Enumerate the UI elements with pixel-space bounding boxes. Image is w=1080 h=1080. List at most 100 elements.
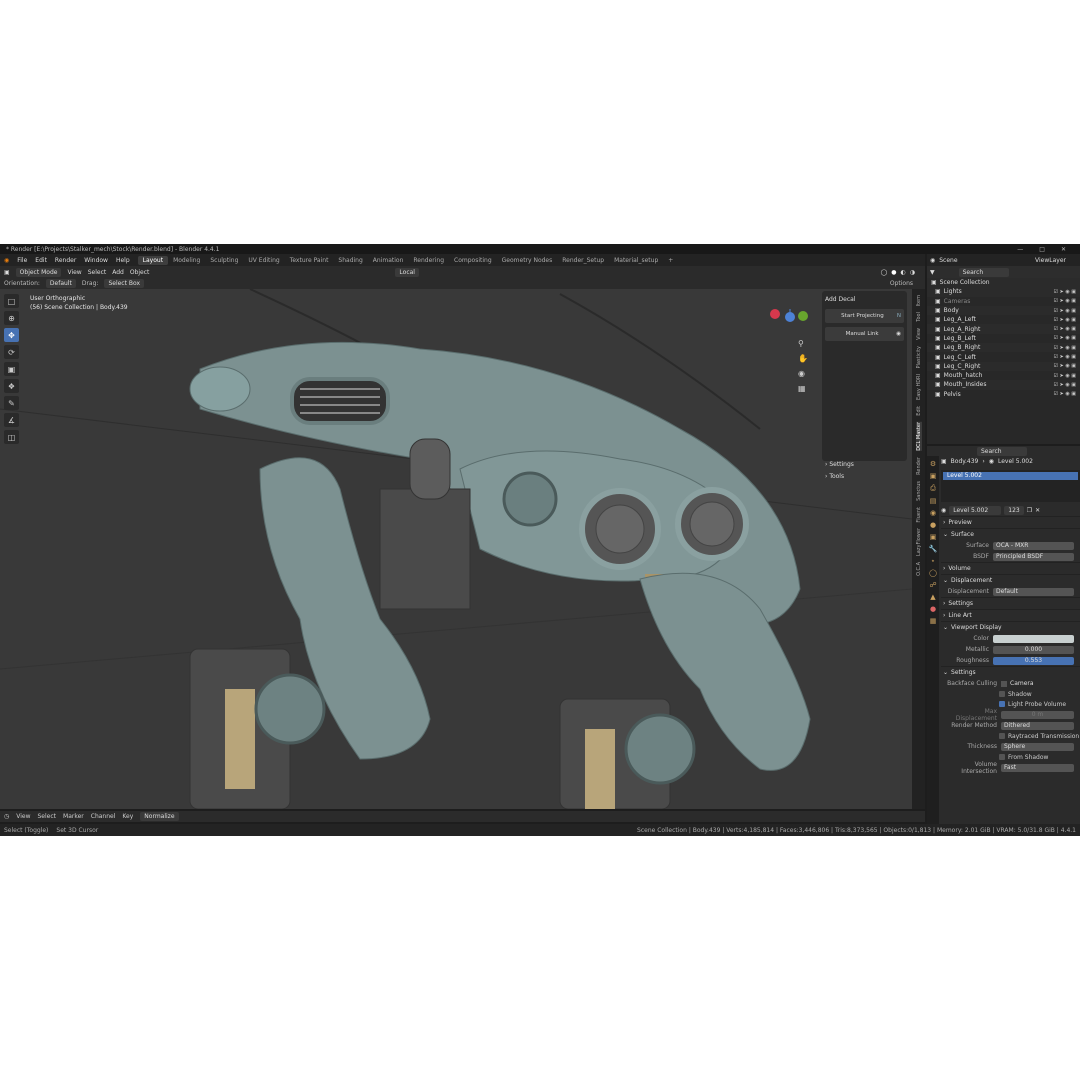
physics-tab-icon[interactable]: ◯ <box>929 569 937 577</box>
visibility-flags[interactable]: ☑ ➤ ◉ ▣ <box>1053 391 1080 397</box>
transform-icon[interactable]: ❖ <box>4 379 19 393</box>
material-name-field[interactable]: Level 5.002 <box>949 506 1002 515</box>
material-tab-icon[interactable]: ● <box>930 605 936 613</box>
visibility-flags[interactable]: ☑ ➤ ◉ ▣ <box>1053 345 1080 351</box>
tab-plasticity[interactable]: Plasticity <box>916 346 922 368</box>
transform-orientation[interactable]: Local <box>395 267 419 277</box>
timeline-editor-icon[interactable]: ◷ <box>4 813 9 820</box>
tab-compositing[interactable]: Compositing <box>449 256 497 265</box>
visibility-flags[interactable]: ☑ ➤ ◉ ▣ <box>1053 382 1080 388</box>
material-icon[interactable]: ◐ <box>901 269 906 276</box>
roughness-slider[interactable]: 0.553 <box>993 656 1074 665</box>
add-workspace-icon[interactable]: + <box>663 256 678 265</box>
tab-modeling[interactable]: Modeling <box>168 256 205 265</box>
tab-sanctus[interactable]: Sanctus <box>916 481 922 501</box>
move-icon[interactable]: ✥ <box>4 328 19 342</box>
tab-tool[interactable]: Tool <box>916 312 922 322</box>
list-item[interactable]: ▣ Leg_C_Left ☑ ➤ ◉ ▣ <box>927 352 1080 361</box>
displacement-field[interactable]: Default <box>993 587 1074 596</box>
annotate-icon[interactable]: ✎ <box>4 396 19 410</box>
world-tab-icon[interactable]: ● <box>930 521 936 529</box>
render-tab-icon[interactable]: ▣ <box>930 472 937 480</box>
menu-file[interactable]: File <box>17 257 27 264</box>
visibility-flags[interactable]: ☑ ➤ ◉ ▣ <box>1053 298 1080 304</box>
output-tab-icon[interactable]: ⎙ <box>930 484 936 493</box>
bsdf-field[interactable]: Principled BSDF <box>993 552 1074 561</box>
menu-help[interactable]: Help <box>116 257 130 264</box>
timeline-key[interactable]: Key <box>122 813 133 820</box>
camera-view-icon[interactable]: ◉ <box>798 369 808 378</box>
solid-icon[interactable]: ● <box>891 269 896 276</box>
select-box-icon[interactable]: □ <box>4 294 19 308</box>
visibility-flags[interactable]: ☑ ➤ ◉ ▣ <box>1053 317 1080 323</box>
unlink-material-icon[interactable]: ✕ <box>1035 507 1040 514</box>
volume-section[interactable]: › Volume <box>941 562 1080 574</box>
timeline-view[interactable]: View <box>16 813 30 820</box>
material-slot-active[interactable]: Level 5.002 <box>943 472 1078 480</box>
select-menu[interactable]: Select <box>88 269 107 276</box>
tool-tab-icon[interactable]: ⚙ <box>930 460 936 468</box>
properties-search[interactable]: Search <box>977 446 1027 456</box>
volint-dropdown[interactable]: Fast <box>1001 763 1074 772</box>
tab-texture-paint[interactable]: Texture Paint <box>285 256 334 265</box>
viewport-display-section[interactable]: ⌄ Viewport Display <box>941 621 1080 633</box>
material-browse-icon[interactable]: ◉ <box>941 507 946 514</box>
timeline-select[interactable]: Select <box>38 813 57 820</box>
tab-view[interactable]: View <box>916 328 922 340</box>
tab-sculpting[interactable]: Sculpting <box>205 256 243 265</box>
normalize-toggle[interactable]: Normalize <box>140 812 179 821</box>
tab-edit[interactable]: Edit <box>916 406 922 416</box>
view-layer-tab-icon[interactable]: ▤ <box>930 497 937 505</box>
tab-geometry-nodes[interactable]: Geometry Nodes <box>497 256 558 265</box>
menu-window[interactable]: Window <box>84 257 108 264</box>
outliner-search[interactable]: Search <box>958 267 1009 277</box>
color-swatch[interactable] <box>993 634 1074 643</box>
wireframe-icon[interactable]: ◯ <box>881 269 888 276</box>
tab-rendering[interactable]: Rendering <box>408 256 449 265</box>
list-item[interactable]: ▣ Pelvis ☑ ➤ ◉ ▣ <box>927 390 1080 399</box>
scene-tab-icon[interactable]: ◉ <box>930 509 936 517</box>
tab-layout[interactable]: Layout <box>137 255 169 265</box>
render-method-dropdown[interactable]: Dithered <box>1001 721 1074 730</box>
rotate-icon[interactable]: ⟳ <box>4 345 19 359</box>
editor-type-icon[interactable]: ▣ <box>4 269 10 276</box>
zoom-icon[interactable]: ⚲ <box>798 339 808 348</box>
mode-dropdown[interactable]: Object Mode <box>15 267 62 277</box>
surface-section[interactable]: ⌄ Surface <box>941 528 1080 540</box>
options-menu[interactable]: Options <box>890 280 925 287</box>
particles-tab-icon[interactable]: ⋆ <box>931 557 935 565</box>
visibility-flags[interactable]: ☑ ➤ ◉ ▣ <box>1053 308 1080 314</box>
view-menu[interactable]: View <box>67 269 81 276</box>
tab-oca[interactable]: O.C.A <box>916 562 922 576</box>
measure-icon[interactable]: ∡ <box>4 413 19 427</box>
blender-logo-icon[interactable]: ◉ <box>4 257 9 264</box>
shadow-checkbox[interactable] <box>999 691 1005 697</box>
raytrans-checkbox[interactable] <box>999 733 1005 739</box>
tab-material-setup[interactable]: Material_setup <box>609 256 663 265</box>
tab-item[interactable]: Item <box>916 295 922 306</box>
modifier-tab-icon[interactable]: 🔧 <box>929 545 938 553</box>
list-item[interactable]: ▣ Body ☑ ➤ ◉ ▣ <box>927 305 1080 316</box>
tools-section[interactable]: › Tools <box>825 473 904 480</box>
tab-fluent[interactable]: Fluent <box>916 507 922 523</box>
data-tab-icon[interactable]: ▲ <box>930 593 935 601</box>
add-decal-header[interactable]: Add Decal <box>825 294 904 305</box>
minimize-icon[interactable]: — <box>1017 246 1023 253</box>
cursor-icon[interactable]: ⊕ <box>4 311 19 325</box>
camera-checkbox[interactable] <box>1001 680 1007 687</box>
settings-section[interactable]: › Settings <box>825 461 904 468</box>
maximize-icon[interactable]: □ <box>1039 246 1045 253</box>
timeline-channel[interactable]: Channel <box>91 813 116 820</box>
add-menu[interactable]: Add <box>112 269 124 276</box>
list-item[interactable]: ▣ Cameras ☑ ➤ ◉ ▣ <box>927 297 1080 306</box>
menu-edit[interactable]: Edit <box>35 257 47 264</box>
object-tab-icon[interactable]: ▣ <box>930 533 937 541</box>
visibility-flags[interactable]: ☑ ➤ ◉ ▣ <box>1053 326 1080 332</box>
scale-icon[interactable]: ▣ <box>4 362 19 376</box>
close-icon[interactable]: ✕ <box>1061 246 1066 253</box>
list-item[interactable]: ▣ Leg_C_Right ☑ ➤ ◉ ▣ <box>927 361 1080 371</box>
visibility-flags[interactable]: ☑ ➤ ◉ ▣ <box>1053 289 1080 295</box>
add-cube-icon[interactable]: ◫ <box>4 430 19 444</box>
list-item[interactable]: ▣ Leg_B_Left ☑ ➤ ◉ ▣ <box>927 334 1080 343</box>
manual-link-button[interactable]: Manual Link ◉ <box>825 327 904 341</box>
